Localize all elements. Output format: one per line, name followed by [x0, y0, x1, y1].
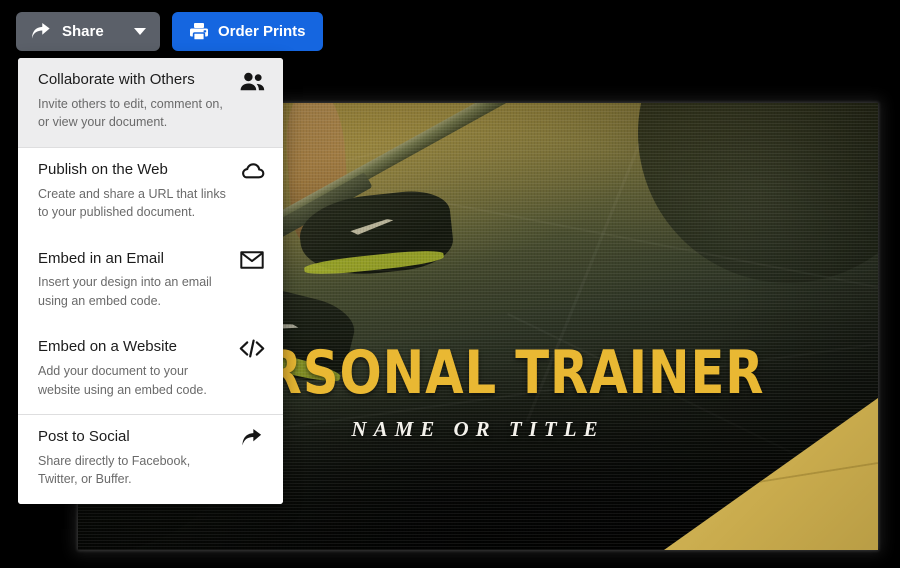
menu-item-post-to-social[interactable]: Post to Social Share directly to Faceboo…: [18, 414, 283, 504]
code-brackets-icon: [239, 338, 265, 358]
menu-item-publish-on-the-web[interactable]: Publish on the Web Create and share a UR…: [18, 146, 283, 237]
menu-item-collaborate-with-others[interactable]: Collaborate with Others Invite others to…: [18, 58, 283, 147]
menu-item-description: Add your document to your website using …: [38, 364, 207, 397]
share-arrow-icon: [30, 22, 52, 41]
share-button[interactable]: Share: [16, 12, 160, 51]
menu-item-embed-in-an-email[interactable]: Embed in an Email Insert your design int…: [18, 236, 283, 326]
toolbar: Share Order Prints: [16, 12, 323, 51]
envelope-icon: [239, 250, 265, 269]
menu-item-title: Publish on the Web: [38, 160, 168, 178]
menu-item-title: Embed on a Website: [38, 338, 177, 356]
share-dropdown-menu: Collaborate with Others Invite others to…: [18, 58, 283, 504]
menu-item-embed-on-a-website[interactable]: Embed on a Website Add your document to …: [18, 325, 283, 414]
app-canvas: PERSONAL TRAINER NAME OR TITLE Share Ord…: [0, 0, 900, 568]
menu-item-text: Embed in an Email Insert your design int…: [38, 250, 239, 311]
chevron-down-icon: [134, 28, 146, 35]
menu-item-title: Collaborate with Others: [38, 71, 195, 88]
printer-icon: [189, 22, 209, 41]
cloud-icon: [239, 161, 265, 180]
menu-item-description: Invite others to edit, comment on, or vi…: [38, 96, 223, 130]
menu-item-title: Post to Social: [38, 428, 130, 445]
menu-item-text: Publish on the Web Create and share a UR…: [38, 161, 239, 222]
menu-item-description: Share directly to Facebook, Twitter, or …: [38, 453, 191, 487]
menu-item-text: Embed on a Website Add your document to …: [38, 338, 239, 399]
share-arrow-icon: [239, 428, 265, 448]
order-prints-button[interactable]: Order Prints: [172, 12, 323, 51]
menu-item-description: Create and share a URL that links to you…: [38, 186, 226, 220]
menu-item-description: Insert your design into an email using a…: [38, 275, 212, 308]
people-icon: [239, 71, 265, 91]
menu-item-text: Post to Social Share directly to Faceboo…: [38, 428, 239, 489]
order-prints-label: Order Prints: [218, 23, 306, 40]
share-button-label: Share: [62, 23, 104, 40]
menu-item-title: Embed in an Email: [38, 249, 164, 267]
menu-item-text: Collaborate with Others Invite others to…: [38, 71, 239, 132]
